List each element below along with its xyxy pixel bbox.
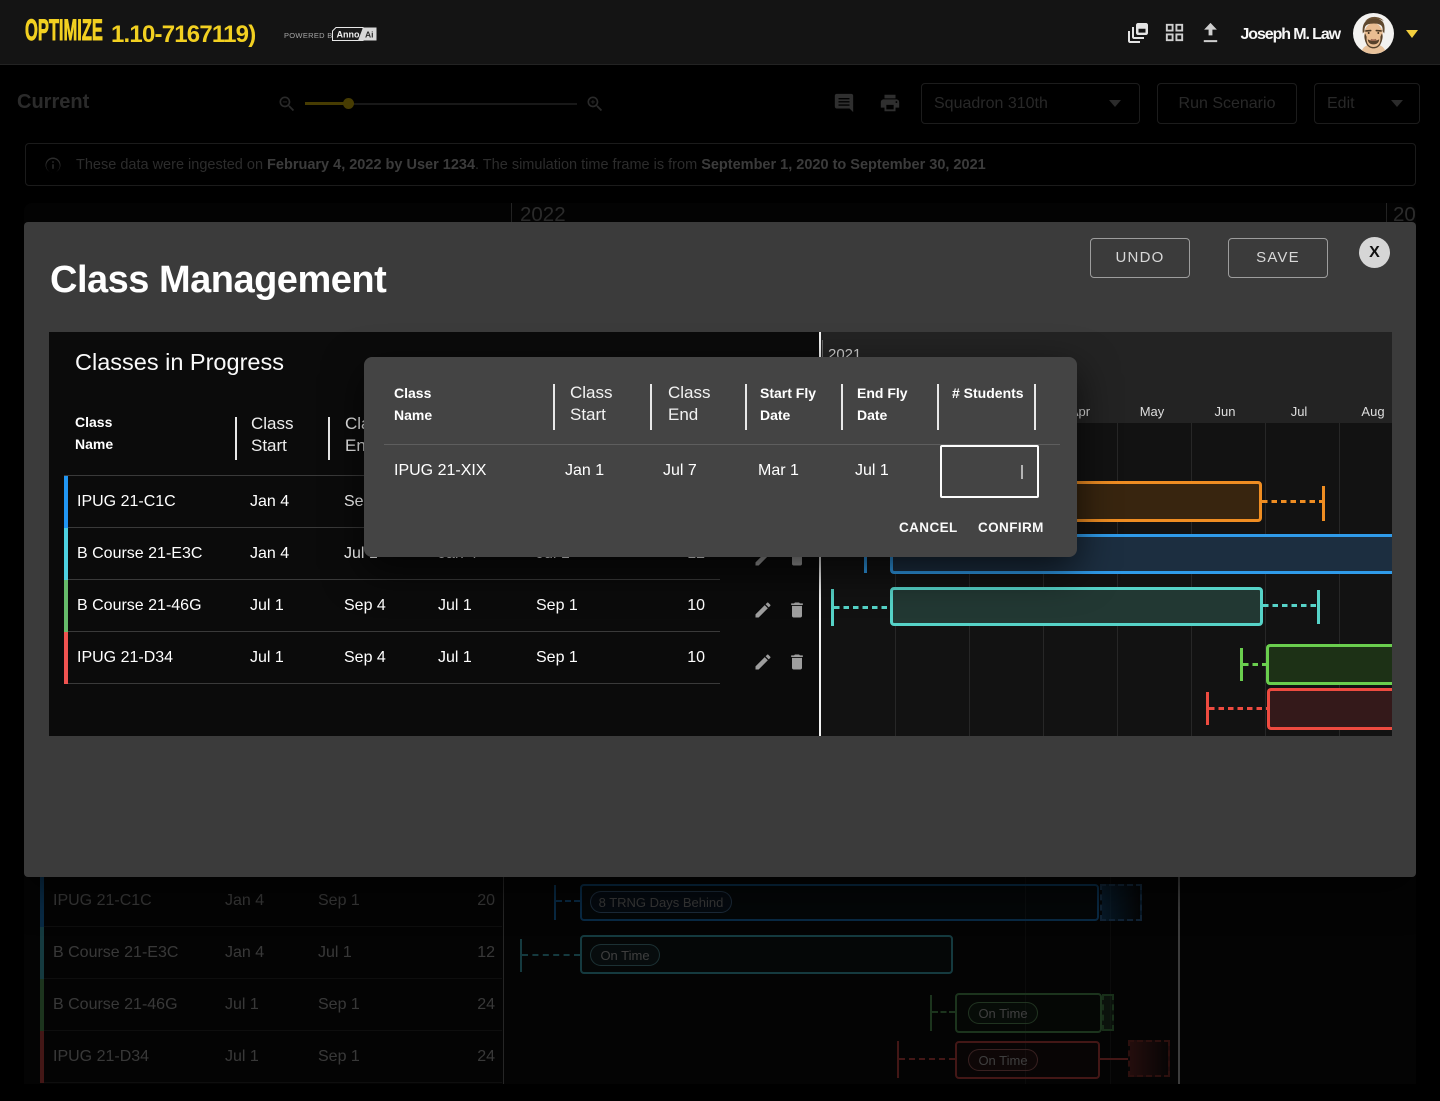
svg-text:Anno: Anno bbox=[337, 30, 360, 40]
svg-text:Ai: Ai bbox=[365, 30, 374, 40]
